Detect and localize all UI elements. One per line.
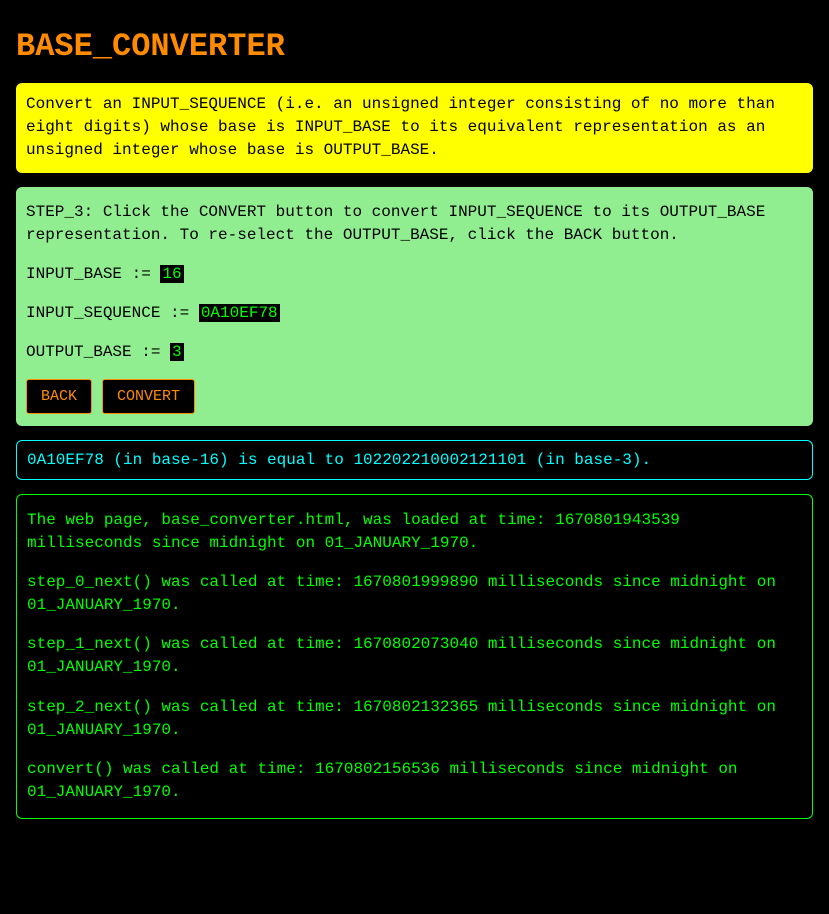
convert-button[interactable]: CONVERT: [102, 379, 195, 414]
output-base-label: OUTPUT_BASE :=: [26, 343, 170, 361]
log-entry: The web page, base_converter.html, was l…: [27, 509, 802, 555]
input-base-row: INPUT_BASE := 16: [26, 263, 803, 286]
page-title: BASE_CONVERTER: [16, 28, 813, 65]
input-sequence-value: 0A10EF78: [199, 304, 280, 322]
output-base-row: OUTPUT_BASE := 3: [26, 341, 803, 364]
step-panel: STEP_3: Click the CONVERT button to conv…: [16, 187, 813, 426]
step-instruction: STEP_3: Click the CONVERT button to conv…: [26, 201, 803, 247]
log-panel: The web page, base_converter.html, was l…: [16, 494, 813, 820]
input-sequence-label: INPUT_SEQUENCE :=: [26, 304, 199, 322]
log-entry: step_0_next() was called at time: 167080…: [27, 571, 802, 617]
log-entry: convert() was called at time: 1670802156…: [27, 758, 802, 804]
input-sequence-row: INPUT_SEQUENCE := 0A10EF78: [26, 302, 803, 325]
output-base-value: 3: [170, 343, 184, 361]
input-base-value: 16: [160, 265, 183, 283]
back-button[interactable]: BACK: [26, 379, 92, 414]
result-panel: 0A10EF78 (in base-16) is equal to 102202…: [16, 440, 813, 480]
log-entry: step_1_next() was called at time: 167080…: [27, 633, 802, 679]
input-base-label: INPUT_BASE :=: [26, 265, 160, 283]
log-entry: step_2_next() was called at time: 167080…: [27, 696, 802, 742]
description-panel: Convert an INPUT_SEQUENCE (i.e. an unsig…: [16, 83, 813, 173]
